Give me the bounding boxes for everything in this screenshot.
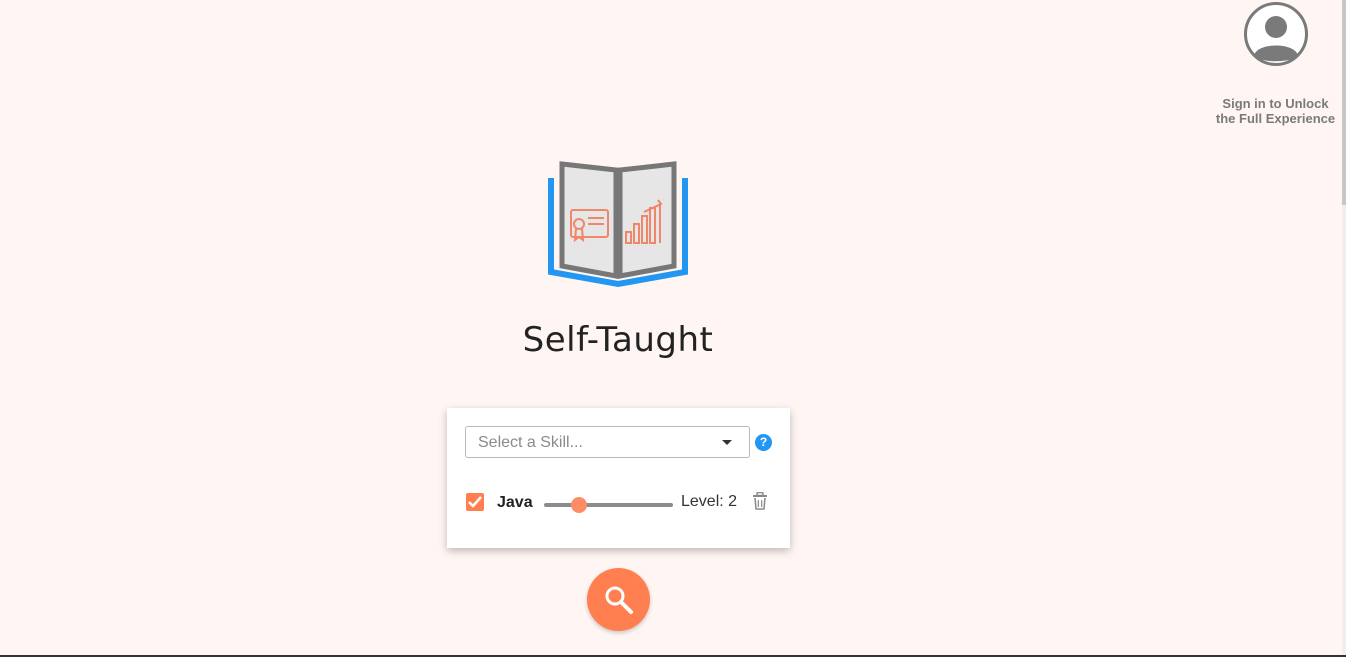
chevron-down-icon xyxy=(722,440,732,445)
open-book-logo-icon xyxy=(548,161,688,288)
trash-icon[interactable] xyxy=(752,492,768,510)
help-icon[interactable]: ? xyxy=(755,434,772,451)
skill-select-placeholder: Select a Skill... xyxy=(478,434,583,451)
skill-checkbox[interactable] xyxy=(466,493,484,511)
signin-line-1: Sign in to Unlock xyxy=(1222,96,1329,111)
slider-thumb[interactable] xyxy=(570,497,587,513)
scrollbar-thumb[interactable] xyxy=(1342,0,1346,205)
skill-row: Java Level: 2 xyxy=(466,492,776,514)
account-area: Sign in to Unlock the Full Experience xyxy=(1213,2,1338,126)
signin-prompt[interactable]: Sign in to Unlock the Full Experience xyxy=(1213,96,1338,126)
search-button[interactable] xyxy=(587,568,650,631)
skill-level-slider[interactable] xyxy=(544,497,673,513)
user-avatar-icon[interactable] xyxy=(1243,2,1308,66)
skill-name: Java xyxy=(497,494,533,511)
page-scrollbar[interactable] xyxy=(1342,0,1346,657)
page: Sign in to Unlock the Full Experience Se… xyxy=(0,0,1346,657)
app-title: Self-Taught xyxy=(522,320,714,360)
checkmark-icon xyxy=(468,496,482,508)
skill-level-label: Level: 2 xyxy=(681,493,738,510)
skill-select[interactable]: Select a Skill... xyxy=(465,426,750,458)
skill-card: Select a Skill... ? Java Level: 2 xyxy=(447,408,790,548)
search-icon xyxy=(605,586,633,614)
signin-line-2: the Full Experience xyxy=(1215,111,1336,126)
